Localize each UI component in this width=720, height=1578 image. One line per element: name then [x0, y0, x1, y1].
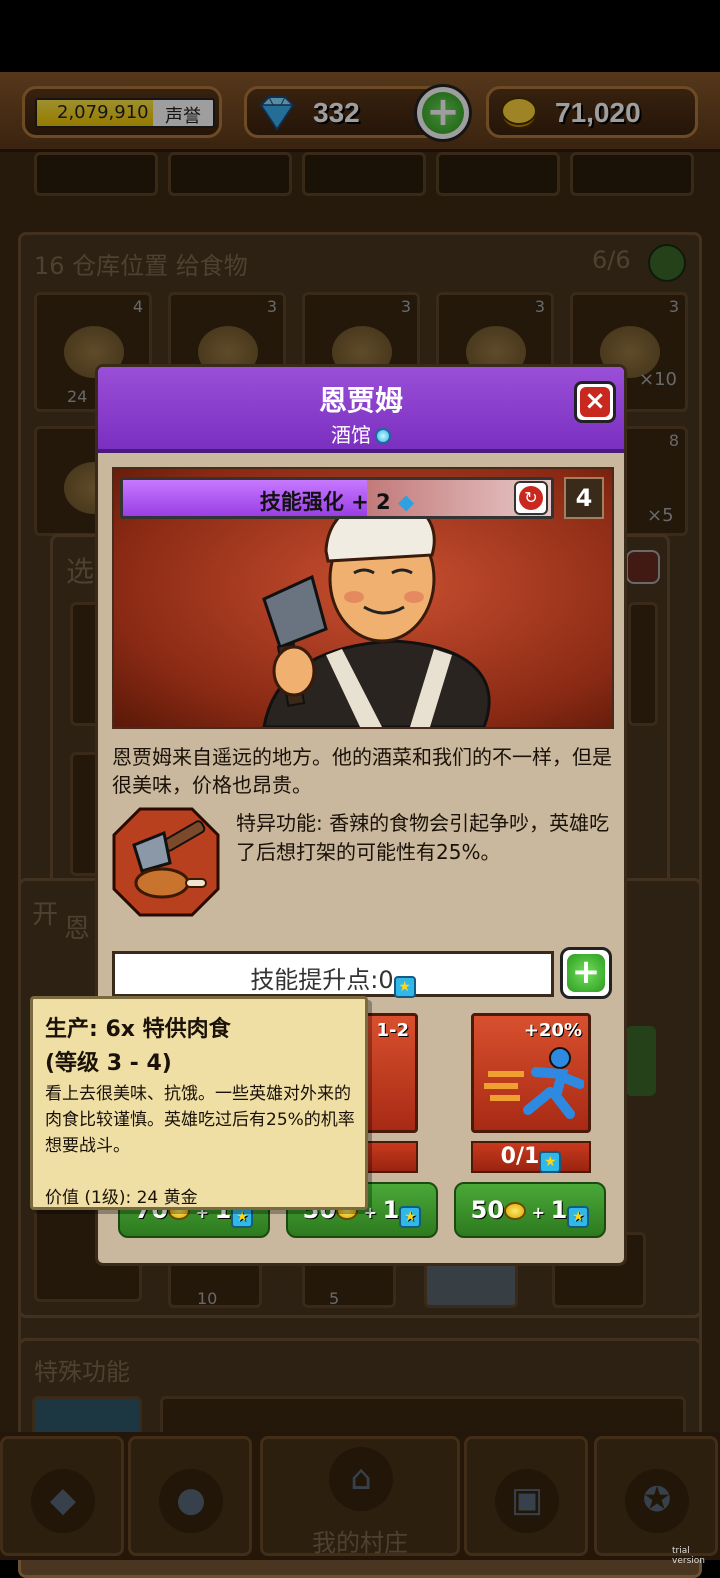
watermark: trial version — [672, 1546, 705, 1566]
star-icon: ★ — [393, 976, 416, 998]
upgrade-points-box: 技能提升点:0 ★ — [112, 951, 554, 998]
modal-header: 恩贾姆 酒馆 × — [98, 367, 624, 453]
refresh-button[interactable]: ↻ — [514, 481, 548, 515]
hero-description: 恩贾姆来自遥远的地方。他的酒菜和我们的不一样，但是很美味，价格也昂贵。 — [112, 745, 612, 797]
production-tooltip: 生产: 6x 特供肉食 (等级 3 - 4) 看上去很美味、抗饿。一些英雄对外来… — [30, 996, 368, 1210]
upgrade-card-speed[interactable]: +20% — [471, 1013, 591, 1133]
card-tag: +20% — [523, 1020, 582, 1041]
plus-icon: + — [567, 954, 605, 992]
card-tag: 1-2 — [376, 1020, 409, 1041]
star-icon: ★ — [567, 1206, 590, 1228]
buy-stars: 1 — [382, 1196, 400, 1224]
close-icon: × — [580, 387, 610, 417]
card-counter: 0/1 ★ — [471, 1141, 591, 1173]
add-points-button[interactable]: + — [560, 947, 612, 999]
diamond-icon: ◆ — [390, 490, 415, 514]
tooltip-level: (等级 3 - 4) — [45, 1051, 172, 1076]
hero-location-label: 酒馆 — [331, 423, 371, 447]
buy-cost: 50 — [470, 1196, 505, 1224]
info-icon[interactable] — [375, 428, 391, 444]
tooltip-title: 生产: 6x 特供肉食 — [45, 1017, 231, 1042]
skill-boost-label: 技能强化 + 2 — [259, 490, 391, 514]
buy-upgrade-button[interactable]: 50 + 1 ★ — [454, 1182, 606, 1238]
card-count: 0/1 — [500, 1144, 540, 1169]
hero-location: 酒馆 — [98, 419, 624, 448]
star-icon: ★ — [399, 1206, 422, 1228]
hero-level: 4 — [564, 477, 604, 519]
skill-boost-bar: 技能强化 + 2 ◆ — [120, 477, 554, 519]
buy-stars: 1 — [550, 1196, 568, 1224]
tooltip-description: 看上去很美味、抗饿。一些英雄对外来的肉食比较谨慎。英雄吃过后有25%的机率想要战… — [45, 1084, 355, 1156]
refresh-icon: ↻ — [519, 486, 543, 510]
hero-trait: 特异功能: 香辣的食物会引起争吵，英雄吃了后想打架的可能性有25%。 — [236, 811, 610, 864]
coin-icon — [504, 1202, 527, 1220]
cleaver-meat-icon — [112, 807, 220, 917]
close-button[interactable]: × — [574, 381, 616, 423]
upgrade-points-label: 技能提升点:0 — [250, 966, 394, 994]
running-man-icon — [484, 1047, 584, 1119]
skill-boost-text: 技能强化 + 2 ◆ — [123, 486, 551, 516]
star-icon: ★ — [539, 1151, 562, 1173]
tooltip-value: 价值 (1级): 24 黄金 — [45, 1188, 198, 1208]
hero-name: 恩贾姆 — [318, 384, 403, 417]
upgrade-points-text: 技能提升点:0 ★ — [115, 960, 551, 998]
